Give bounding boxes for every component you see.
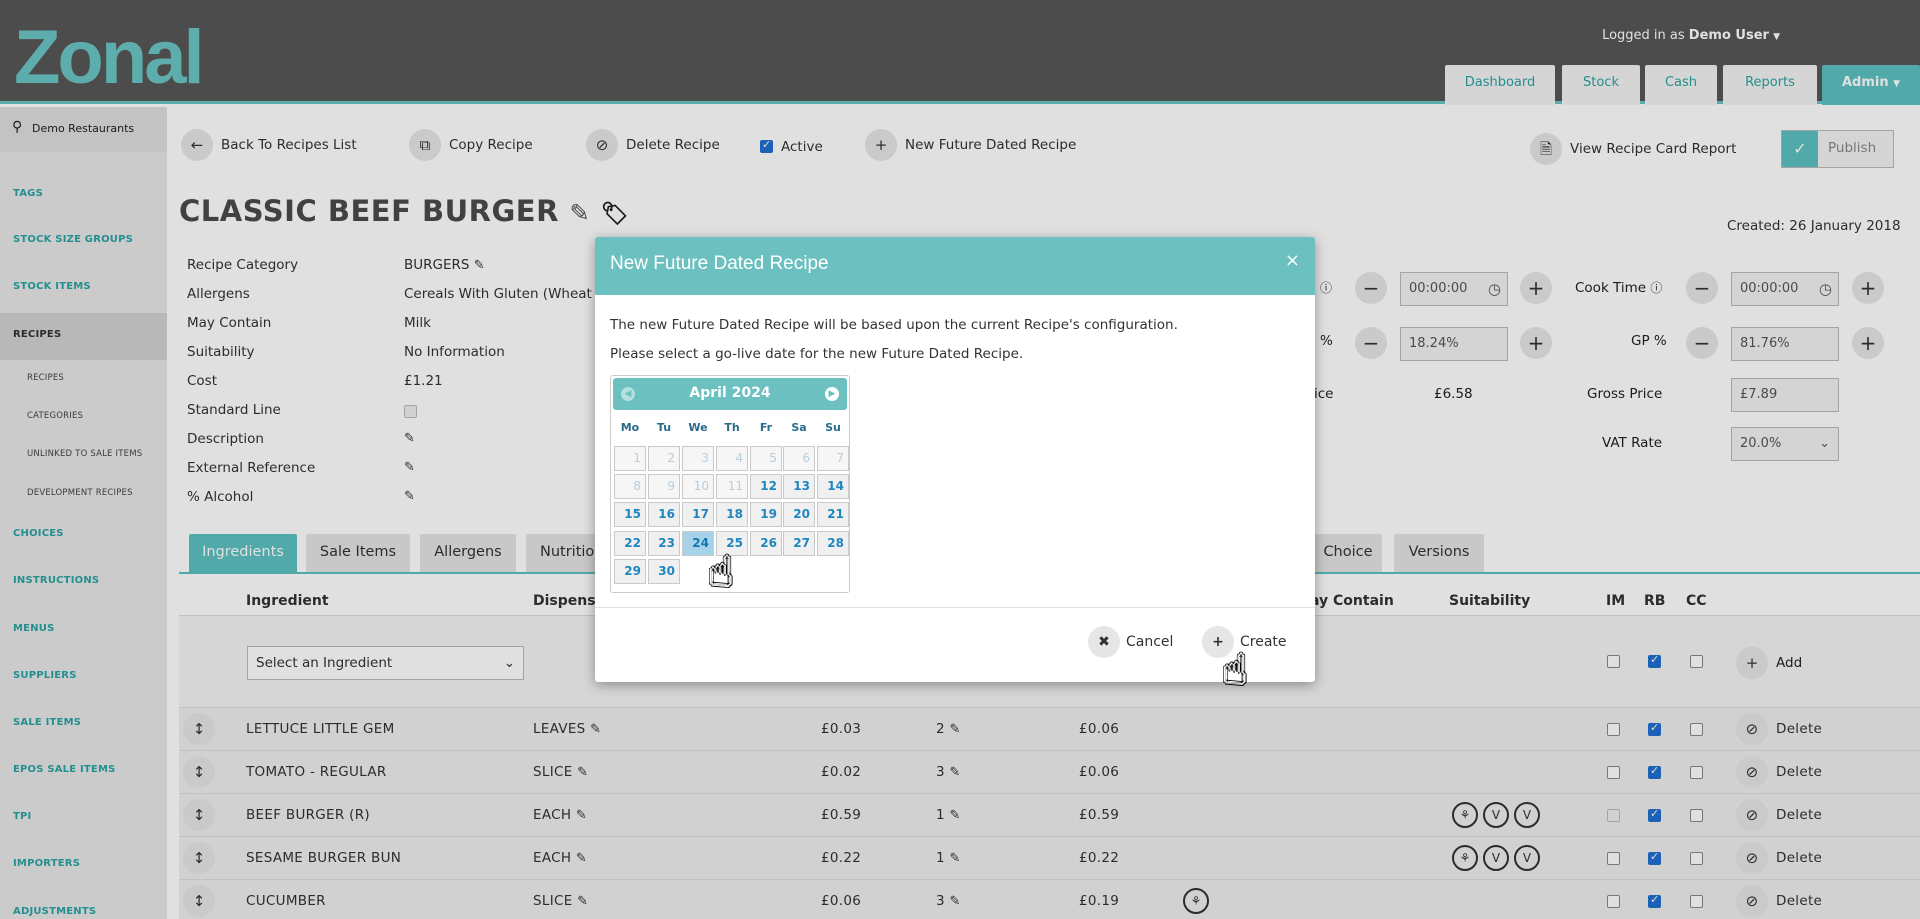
calendar-day[interactable]: 23 (648, 531, 680, 556)
calendar-day[interactable]: 20 (783, 502, 815, 527)
calendar-day[interactable]: 30 (648, 559, 680, 584)
calendar-header: ◀ April 2024 ▶ (613, 378, 847, 410)
calendar-day: 3 (682, 446, 714, 471)
calendar-day[interactable]: 26 (750, 531, 782, 556)
weekday-label: Sa (791, 421, 807, 434)
next-month-icon[interactable]: ▶ (825, 387, 839, 401)
weekday-label: Mo (620, 421, 640, 434)
modal-footer-divider (595, 607, 1315, 608)
calendar-day: 9 (648, 474, 680, 499)
calendar-day: 4 (716, 446, 748, 471)
calendar-day: 11 (716, 474, 748, 499)
calendar-day: 6 (783, 446, 815, 471)
calendar-day[interactable]: 28 (817, 531, 849, 556)
calendar-day[interactable]: 29 (614, 559, 646, 584)
weekday-label: Su (825, 421, 841, 434)
weekday-label: Th (724, 421, 740, 434)
calendar-day: 5 (750, 446, 782, 471)
cancel-button[interactable]: ✖ Cancel (1088, 626, 1173, 658)
weekday-label: We (688, 421, 708, 434)
future-recipe-modal: New Future Dated Recipe × The new Future… (595, 237, 1315, 682)
modal-text-2: Please select a go-live date for the new… (610, 346, 1024, 362)
calendar-day: 2 (648, 446, 680, 471)
calendar-day[interactable]: 17 (682, 502, 714, 527)
hand-cursor-icon: ☝ (708, 547, 734, 596)
calendar-month: April 2024 (689, 385, 771, 401)
calendar-day[interactable]: 16 (648, 502, 680, 527)
calendar-day[interactable]: 13 (783, 474, 815, 499)
calendar-day: 1 (614, 446, 646, 471)
close-icon: ✖ (1088, 626, 1120, 658)
calendar-day[interactable]: 18 (716, 502, 748, 527)
calendar-day[interactable]: 14 (817, 474, 849, 499)
weekday-label: Tu (656, 421, 672, 434)
calendar-day[interactable]: 12 (750, 474, 782, 499)
calendar-day: 8 (614, 474, 646, 499)
calendar-day[interactable]: 27 (783, 531, 815, 556)
calendar-day[interactable]: 21 (817, 502, 849, 527)
calendar-day: 7 (817, 446, 849, 471)
modal-header: New Future Dated Recipe × (595, 237, 1315, 295)
weekday-label: Fr (759, 421, 773, 434)
calendar-day: 10 (682, 474, 714, 499)
calendar-day[interactable]: 22 (614, 531, 646, 556)
calendar-day[interactable]: 15 (614, 502, 646, 527)
close-icon[interactable]: × (1285, 250, 1300, 271)
calendar-day[interactable]: 19 (750, 502, 782, 527)
hand-cursor-icon: ☝ (1222, 645, 1248, 694)
modal-title: New Future Dated Recipe (610, 253, 829, 274)
modal-text-1: The new Future Dated Recipe will be base… (610, 317, 1178, 333)
